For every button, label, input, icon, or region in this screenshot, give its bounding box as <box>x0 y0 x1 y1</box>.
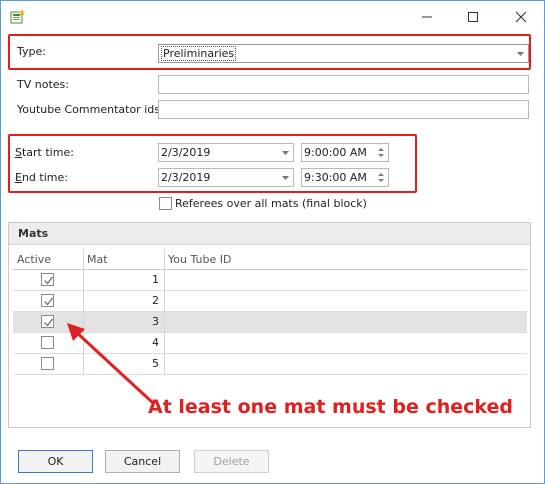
youtube-id-cell[interactable] <box>164 354 527 374</box>
start-time-value: 9:00:00 AM <box>304 146 367 159</box>
app-form-icon <box>10 9 26 25</box>
active-cell <box>13 291 83 311</box>
start-time-spinner[interactable]: 9:00:00 AM <box>301 143 389 162</box>
column-header-mat[interactable]: Mat <box>83 249 164 270</box>
type-value: Preliminaries <box>161 46 237 61</box>
title-bar <box>1 1 544 32</box>
checkmark-icon <box>44 318 53 327</box>
type-label: Type: <box>17 45 46 58</box>
annotation-text: At least one mat must be checked <box>148 396 514 418</box>
chevron-down-icon[interactable] <box>277 169 293 186</box>
start-time-label: Start time: <box>15 146 74 159</box>
youtube-commentator-input[interactable] <box>158 100 529 119</box>
end-time-spinner[interactable]: 9:30:00 AM <box>301 168 389 187</box>
start-date-picker[interactable]: 2/3/2019 <box>158 143 294 162</box>
checkmark-icon <box>44 276 53 285</box>
close-button[interactable] <box>498 1 544 32</box>
start-date-value: 2/3/2019 <box>161 146 211 159</box>
table-row[interactable]: 1 <box>13 270 527 291</box>
column-header-active[interactable]: Active <box>13 249 83 270</box>
maximize-icon <box>468 11 478 22</box>
type-combobox[interactable]: Preliminaries <box>158 44 529 63</box>
youtube-id-cell[interactable] <box>164 333 527 353</box>
active-checkbox[interactable] <box>41 315 54 328</box>
delete-button[interactable]: Delete <box>194 450 269 473</box>
referees-label: Referees over all mats (final block) <box>175 197 367 210</box>
annotation-arrow <box>67 323 155 405</box>
tv-notes-input[interactable] <box>158 75 529 94</box>
grid-header: Active Mat You Tube ID <box>13 249 527 270</box>
maximize-button[interactable] <box>450 1 496 32</box>
active-cell <box>13 270 83 290</box>
chevron-down-icon[interactable] <box>277 144 293 161</box>
ok-button[interactable]: OK <box>18 450 93 473</box>
cancel-button[interactable]: Cancel <box>105 450 180 473</box>
dialog-window: Type: Preliminaries TV notes: Youtube Co… <box>0 0 545 484</box>
spin-updown-icon[interactable] <box>374 144 388 161</box>
table-row[interactable]: 2 <box>13 291 527 312</box>
referees-checkbox[interactable] <box>159 197 172 210</box>
minimize-icon <box>422 16 432 17</box>
end-date-picker[interactable]: 2/3/2019 <box>158 168 294 187</box>
active-checkbox[interactable] <box>41 273 54 286</box>
tv-notes-label: TV notes: <box>17 78 69 91</box>
checkmark-icon <box>44 297 53 306</box>
youtube-id-cell[interactable] <box>164 291 527 311</box>
active-checkbox[interactable] <box>41 294 54 307</box>
active-checkbox[interactable] <box>41 336 54 349</box>
close-icon <box>515 11 527 22</box>
youtube-commentator-label: Youtube Commentator ids: <box>17 103 164 116</box>
end-date-value: 2/3/2019 <box>161 171 211 184</box>
spin-updown-icon[interactable] <box>374 169 388 186</box>
chevron-down-icon[interactable] <box>512 45 528 62</box>
end-time-value: 9:30:00 AM <box>304 171 367 184</box>
youtube-id-cell[interactable] <box>164 312 527 332</box>
active-checkbox[interactable] <box>41 357 54 370</box>
minimize-button[interactable] <box>404 1 450 32</box>
mat-number-cell[interactable]: 2 <box>83 291 164 311</box>
column-header-youtube-id[interactable]: You Tube ID <box>164 249 527 270</box>
mat-number-cell[interactable]: 1 <box>83 270 164 290</box>
end-time-label: End time: <box>15 171 68 184</box>
youtube-id-cell[interactable] <box>164 270 527 290</box>
mats-panel-title: Mats <box>9 223 530 245</box>
